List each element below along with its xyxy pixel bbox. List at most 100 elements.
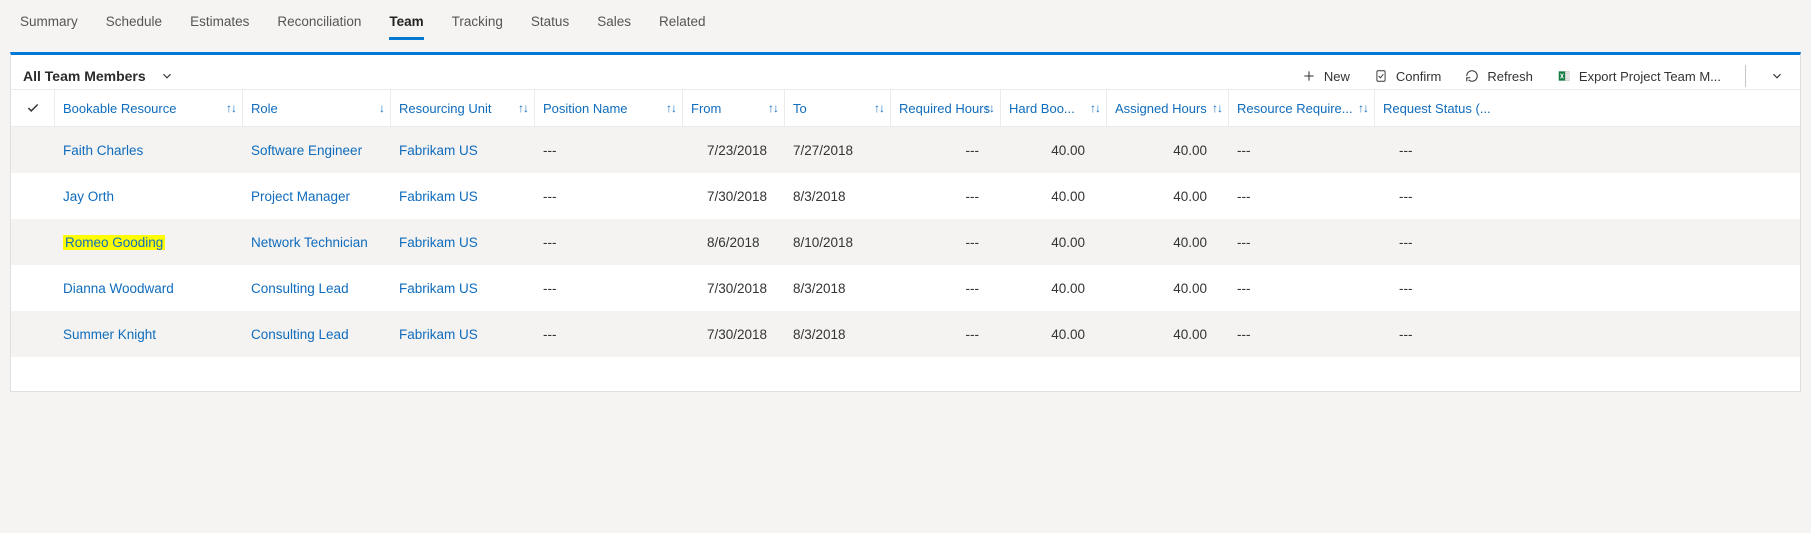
- separator: [1745, 65, 1746, 87]
- cell-bookable-resource[interactable]: Faith Charles: [55, 143, 243, 158]
- col-hard-bookings[interactable]: Hard Boo... ↑↓: [1001, 90, 1107, 126]
- more-commands-button[interactable]: [1770, 69, 1784, 83]
- col-label: To: [793, 101, 807, 116]
- table-row[interactable]: Dianna WoodwardConsulting LeadFabrikam U…: [11, 265, 1800, 311]
- col-label: Resourcing Unit: [399, 101, 492, 116]
- cell-resourcing-unit[interactable]: Fabrikam US: [391, 143, 535, 158]
- plus-icon: [1302, 69, 1316, 83]
- clipboard-check-icon: [1374, 69, 1388, 83]
- cell-resourcing-unit[interactable]: Fabrikam US: [391, 327, 535, 342]
- col-role[interactable]: Role ↓: [243, 90, 391, 126]
- tab-sales[interactable]: Sales: [597, 10, 631, 40]
- cell-position-name: ---: [535, 281, 683, 296]
- sort-icon[interactable]: ↑↓: [874, 102, 884, 114]
- refresh-label: Refresh: [1487, 69, 1533, 84]
- sort-icon[interactable]: ↑↓: [518, 102, 528, 114]
- cell-resource-requirement: ---: [1229, 327, 1375, 342]
- sort-icon[interactable]: ↑↓: [1212, 102, 1222, 114]
- cell-role[interactable]: Consulting Lead: [243, 327, 391, 342]
- sort-icon[interactable]: ↑↓: [1358, 102, 1368, 114]
- tab-estimates[interactable]: Estimates: [190, 10, 249, 40]
- cell-bookable-resource[interactable]: Dianna Woodward: [55, 281, 243, 296]
- sort-icon[interactable]: ↑↓: [666, 102, 676, 114]
- tab-team[interactable]: Team: [389, 10, 423, 40]
- col-label: Resource Require...: [1237, 101, 1353, 116]
- col-assigned-hours[interactable]: Assigned Hours ↑↓: [1107, 90, 1229, 126]
- cell-role[interactable]: Project Manager: [243, 189, 391, 204]
- cell-resourcing-unit[interactable]: Fabrikam US: [391, 281, 535, 296]
- cell-hard-bookings: 40.00: [1001, 327, 1107, 342]
- cell-role[interactable]: Network Technician: [243, 235, 391, 250]
- tab-tracking[interactable]: Tracking: [452, 10, 503, 40]
- cell-required-hours: ---: [891, 143, 1001, 158]
- cell-position-name: ---: [535, 189, 683, 204]
- cell-from: 7/23/2018: [683, 143, 785, 158]
- cell-resource-requirement: ---: [1229, 143, 1375, 158]
- grid-body: Faith CharlesSoftware EngineerFabrikam U…: [11, 127, 1800, 357]
- col-to[interactable]: To ↑↓: [785, 90, 891, 126]
- col-resource-requirement[interactable]: Resource Require... ↑↓: [1229, 90, 1375, 126]
- export-label: Export Project Team M...: [1579, 69, 1721, 84]
- cell-bookable-resource[interactable]: Romeo Gooding: [55, 235, 243, 250]
- cell-request-status: ---: [1375, 189, 1533, 204]
- new-button[interactable]: New: [1302, 69, 1350, 84]
- table-row[interactable]: Faith CharlesSoftware EngineerFabrikam U…: [11, 127, 1800, 173]
- tab-related[interactable]: Related: [659, 10, 706, 40]
- col-position-name[interactable]: Position Name ↑↓: [535, 90, 683, 126]
- cell-from: 7/30/2018: [683, 281, 785, 296]
- cell-to: 8/3/2018: [785, 281, 891, 296]
- export-button[interactable]: Export Project Team M...: [1557, 69, 1721, 84]
- cell-assigned-hours: 40.00: [1107, 143, 1229, 158]
- cell-bookable-resource[interactable]: Summer Knight: [55, 327, 243, 342]
- confirm-button[interactable]: Confirm: [1374, 69, 1442, 84]
- col-label: Assigned Hours: [1115, 101, 1207, 116]
- cell-bookable-resource[interactable]: Jay Orth: [55, 189, 243, 204]
- col-label: From: [691, 101, 721, 116]
- cell-assigned-hours: 40.00: [1107, 189, 1229, 204]
- new-label: New: [1324, 69, 1350, 84]
- cell-to: 8/3/2018: [785, 327, 891, 342]
- view-selector[interactable]: All Team Members: [23, 68, 174, 84]
- sort-icon[interactable]: ↑↓: [1090, 102, 1100, 114]
- col-label: Role: [251, 101, 278, 116]
- check-icon: [26, 101, 40, 115]
- col-resourcing-unit[interactable]: Resourcing Unit ↑↓: [391, 90, 535, 126]
- col-request-status[interactable]: Request Status (...: [1375, 90, 1533, 126]
- tab-status[interactable]: Status: [531, 10, 569, 40]
- select-all-checkbox[interactable]: [11, 90, 55, 126]
- col-label: Hard Boo...: [1009, 101, 1075, 116]
- table-row[interactable]: Jay OrthProject ManagerFabrikam US---7/3…: [11, 173, 1800, 219]
- cell-role[interactable]: Consulting Lead: [243, 281, 391, 296]
- sort-down-icon[interactable]: ↓: [379, 102, 384, 114]
- cell-assigned-hours: 40.00: [1107, 281, 1229, 296]
- refresh-button[interactable]: Refresh: [1465, 69, 1533, 84]
- cell-required-hours: ---: [891, 281, 1001, 296]
- command-bar: New Confirm Refresh Export Project Team …: [1302, 65, 1788, 87]
- cell-request-status: ---: [1375, 327, 1533, 342]
- cell-position-name: ---: [535, 143, 683, 158]
- sort-icon[interactable]: ↑↓: [984, 102, 994, 114]
- cell-resource-requirement: ---: [1229, 189, 1375, 204]
- col-required-hours[interactable]: Required Hours ↑↓: [891, 90, 1001, 126]
- cell-request-status: ---: [1375, 143, 1533, 158]
- cell-role[interactable]: Software Engineer: [243, 143, 391, 158]
- cell-resourcing-unit[interactable]: Fabrikam US: [391, 189, 535, 204]
- cell-hard-bookings: 40.00: [1001, 281, 1107, 296]
- cell-from: 7/30/2018: [683, 189, 785, 204]
- tab-reconciliation[interactable]: Reconciliation: [277, 10, 361, 40]
- tab-summary[interactable]: Summary: [20, 10, 78, 40]
- table-row[interactable]: Summer KnightConsulting LeadFabrikam US -…: [11, 311, 1800, 357]
- cell-assigned-hours: 40.00: [1107, 327, 1229, 342]
- cell-resourcing-unit[interactable]: Fabrikam US: [391, 235, 535, 250]
- cell-to: 8/10/2018: [785, 235, 891, 250]
- table-row[interactable]: Romeo GoodingNetwork TechnicianFabrikam …: [11, 219, 1800, 265]
- tab-schedule[interactable]: Schedule: [106, 10, 162, 40]
- col-bookable-resource[interactable]: Bookable Resource ↑↓: [55, 90, 243, 126]
- cell-hard-bookings: 40.00: [1001, 235, 1107, 250]
- cell-required-hours: ---: [891, 235, 1001, 250]
- cell-position-name: ---: [535, 235, 683, 250]
- col-from[interactable]: From ↑↓: [683, 90, 785, 126]
- sort-icon[interactable]: ↑↓: [226, 102, 236, 114]
- sort-icon[interactable]: ↑↓: [768, 102, 778, 114]
- cell-required-hours: ---: [891, 189, 1001, 204]
